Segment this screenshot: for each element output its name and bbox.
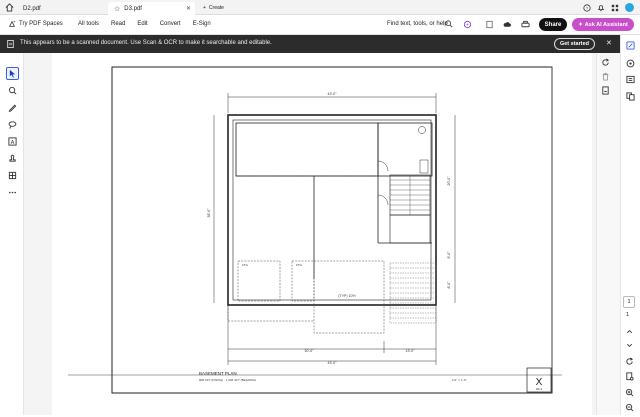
- right-dimension-c: 8'-0": [447, 281, 451, 289]
- avatar[interactable]: [625, 3, 634, 12]
- plan-scale: 1/4" = 1'-0": [452, 378, 467, 382]
- top-dimension: 43'-0": [328, 92, 338, 96]
- get-started-button[interactable]: Get started: [554, 38, 595, 50]
- zoom-tool-icon[interactable]: [6, 84, 19, 97]
- plan-subtitle: 808 SFT (FINISH) · 1,096 SFT (BEARING): [199, 378, 256, 382]
- extract-page-icon[interactable]: [601, 86, 610, 95]
- zoom-out-icon[interactable]: [625, 403, 634, 412]
- pen-tool-icon[interactable]: [6, 101, 19, 114]
- create-button[interactable]: + Create: [199, 3, 228, 13]
- svg-text:?: ?: [586, 5, 589, 10]
- menu-edit[interactable]: Edit: [137, 21, 147, 27]
- bottom-dimension-a: 30'-0": [305, 349, 315, 353]
- close-info-icon[interactable]: ✕: [606, 39, 612, 47]
- right-dimension-a: 20'-0": [447, 176, 451, 186]
- scan-info-bar: This appears to be a scanned document. U…: [0, 35, 620, 53]
- info-message: This appears to be a scanned document. U…: [20, 40, 272, 46]
- select-tool-icon[interactable]: [6, 67, 19, 80]
- bottom-dimension-b: 13'-0": [406, 349, 416, 353]
- ask-ai-assistant-button[interactable]: ✦ Ask AI Assistant: [572, 18, 634, 31]
- tab-d2[interactable]: D2.pdf: [17, 2, 105, 15]
- page-up-icon[interactable]: [625, 327, 634, 336]
- menu-convert[interactable]: Convert: [160, 21, 181, 27]
- pages-panel-icon[interactable]: [626, 92, 635, 101]
- current-page-field[interactable]: 1: [623, 296, 635, 308]
- right-dimension-b: 8'-0": [447, 251, 451, 259]
- page-tools-bar: [596, 53, 620, 415]
- tab-label: D2.pdf: [23, 5, 41, 12]
- left-dimension: 38'-0": [207, 208, 211, 218]
- pdf-page: 43'-0" 38'-0" 20'-0" 8'-0" 8'-0" FTG FTG…: [52, 53, 592, 415]
- apps-grid-icon[interactable]: [611, 4, 619, 12]
- footing-label-a: FTG: [242, 263, 249, 267]
- plan-title: BASEMENT PLAN: [199, 371, 237, 376]
- document-icon[interactable]: [485, 20, 494, 29]
- basement-floor-plan: 43'-0" 38'-0" 20'-0" 8'-0" 8'-0" FTG FTG…: [68, 66, 562, 394]
- home-icon[interactable]: [5, 3, 14, 12]
- ai-assistant-label: Ask AI Assistant: [584, 21, 628, 28]
- search-icon[interactable]: [445, 20, 453, 28]
- pdf-spaces-button[interactable]: Try PDF Spaces: [8, 20, 63, 28]
- total-pages: 1: [626, 312, 630, 318]
- page-down-icon[interactable]: [625, 341, 634, 350]
- help-icon[interactable]: ?: [583, 3, 591, 12]
- delete-icon[interactable]: [601, 72, 610, 81]
- main-menu: All tools Read Edit Convert E-Sign: [78, 21, 211, 27]
- scan-ocr-tool-icon[interactable]: [6, 169, 19, 182]
- close-tab-icon[interactable]: ✕: [186, 5, 191, 12]
- refresh-icon[interactable]: [625, 357, 634, 366]
- document-canvas[interactable]: 43'-0" 38'-0" 20'-0" 8'-0" 8'-0" FTG FTG…: [24, 53, 596, 415]
- stamp-tool-icon[interactable]: [6, 152, 19, 165]
- ai-assistant-icon: ✦: [578, 21, 583, 28]
- print-icon[interactable]: [521, 20, 530, 29]
- tab-label: D3.pdf: [124, 5, 142, 12]
- left-toolbar: A: [0, 53, 24, 415]
- plus-icon: +: [203, 5, 206, 11]
- upload-cloud-icon[interactable]: [503, 20, 512, 29]
- find-search-box[interactable]: Find text, tools, or help: [387, 21, 448, 27]
- bookmark-panel-icon[interactable]: [626, 75, 635, 84]
- ai-sparkle-icon[interactable]: [463, 20, 472, 29]
- svg-text:A: A: [11, 140, 15, 146]
- rotate-icon[interactable]: [601, 58, 610, 67]
- text-tool-icon[interactable]: A: [6, 135, 19, 148]
- edit-pdf-panel-icon[interactable]: [626, 41, 635, 50]
- tab-d3[interactable]: ☆ D3.pdf ✕: [108, 2, 195, 15]
- menu-read[interactable]: Read: [111, 21, 125, 27]
- bottom-dimension-total: 43'-0": [328, 361, 338, 365]
- room-label: (TYP) 10'H: [338, 294, 356, 298]
- tab-strip: D2.pdf ☆ D3.pdf ✕ + Create ?: [0, 0, 640, 15]
- comment-panel-icon[interactable]: [626, 59, 635, 68]
- page-settings-icon[interactable]: [625, 372, 634, 381]
- top-right-icons: ?: [583, 3, 634, 12]
- footing-label-b: FTG: [296, 263, 303, 267]
- lasso-tool-icon[interactable]: [6, 118, 19, 131]
- spaces-icon: [8, 20, 16, 27]
- zoom-in-icon[interactable]: [625, 388, 634, 397]
- more-tools-icon[interactable]: [6, 186, 19, 199]
- scanned-document-icon: [7, 40, 14, 48]
- menu-bar: Try PDF Spaces All tools Read Edit Conve…: [0, 15, 640, 35]
- menu-all-tools[interactable]: All tools: [78, 21, 99, 27]
- star-icon[interactable]: ☆: [114, 5, 120, 13]
- notification-bell-icon[interactable]: [597, 4, 605, 12]
- sheet-of: OF 4: [536, 387, 543, 391]
- menu-esign[interactable]: E-Sign: [193, 21, 211, 27]
- share-button[interactable]: Share: [539, 18, 567, 31]
- create-label: Create: [208, 5, 224, 11]
- spaces-label: Try PDF Spaces: [19, 21, 63, 27]
